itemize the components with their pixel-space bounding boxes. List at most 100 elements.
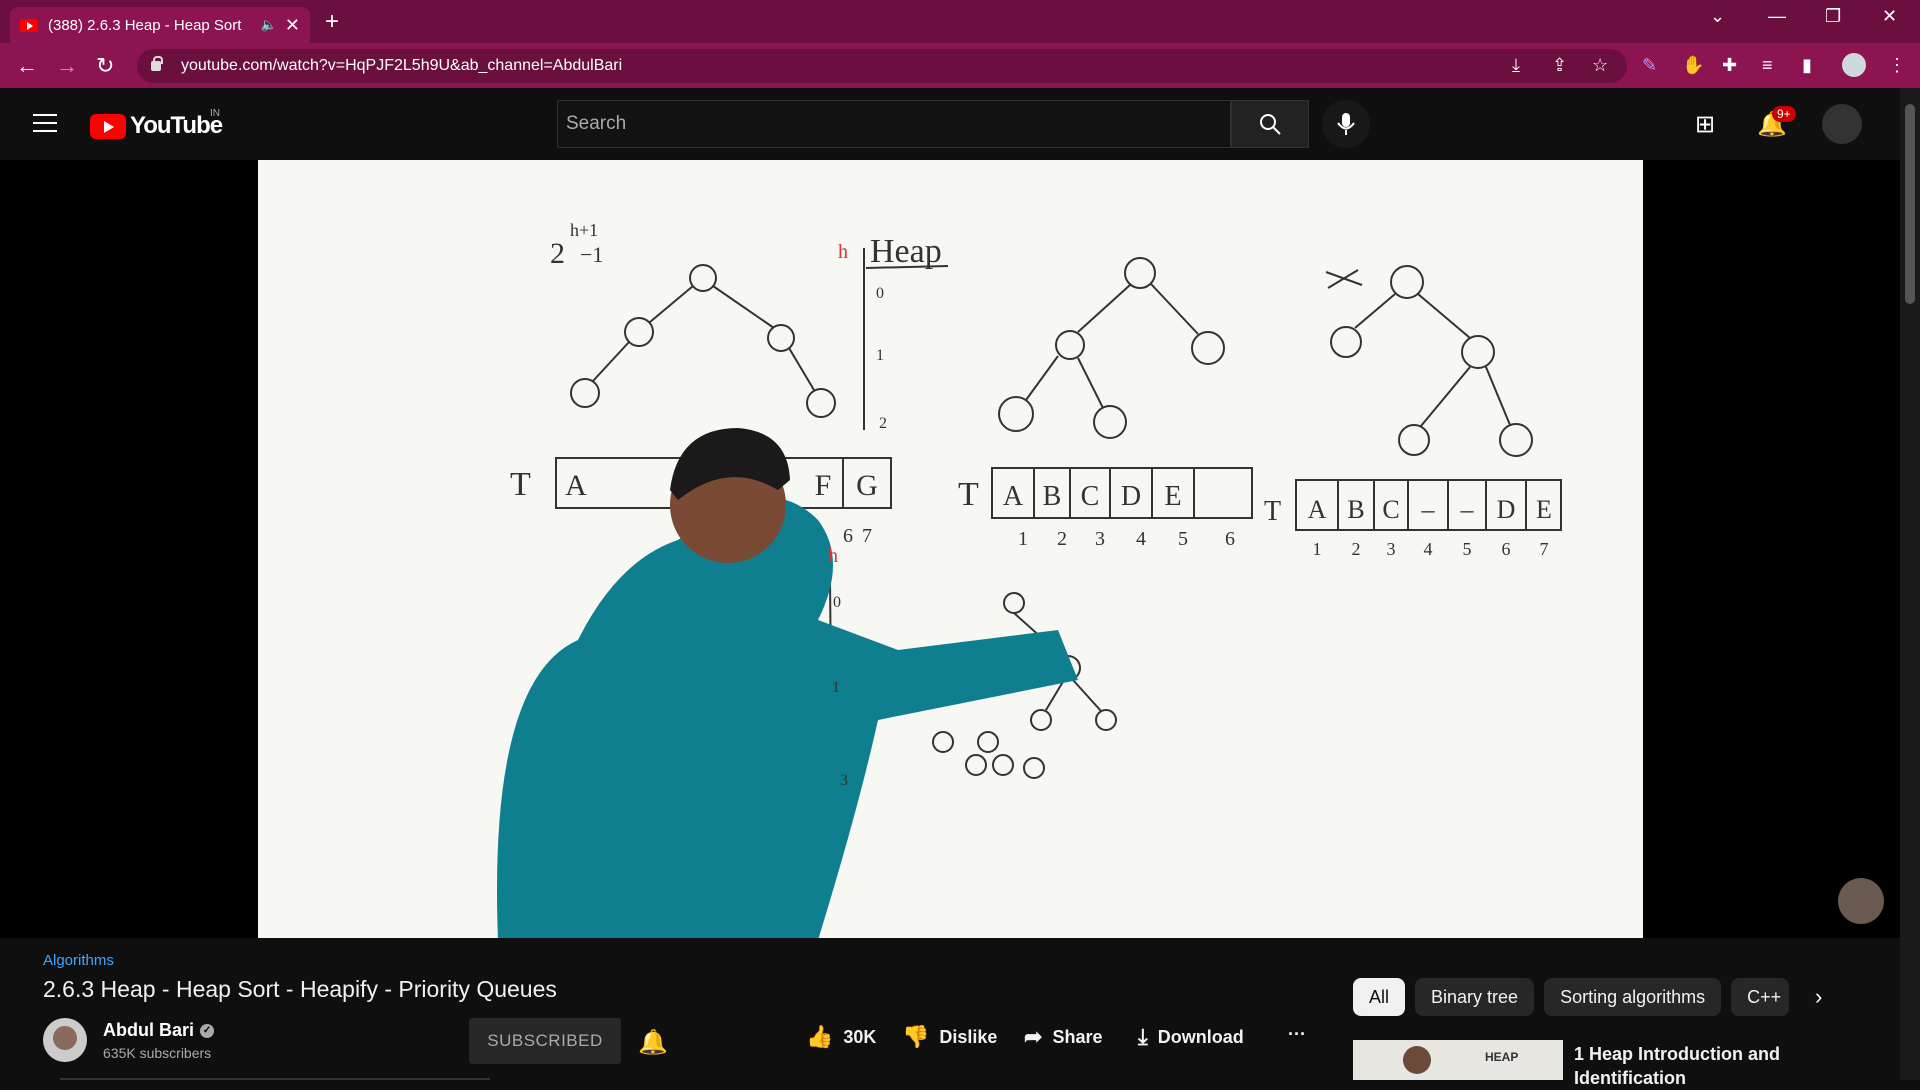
share-page-icon[interactable]: ⇪ [1552,55,1567,76]
array3-index: 6 [1502,539,1511,559]
array1-cell: G [856,469,878,502]
channel-watermark[interactable] [1838,878,1884,924]
extensions-puzzle-icon[interactable]: ✚ [1722,55,1737,76]
close-tab-icon[interactable]: ✕ [285,15,300,36]
array3-cell: A [1308,495,1327,524]
array2-cell: D [1121,481,1141,512]
recommended-title[interactable]: 1 Heap Introduction and Identification [1574,1042,1794,1090]
browser-toolbar: ← → ↻ youtube.com/watch?v=HqPJF2L5h9U&ab… [0,43,1920,88]
video-frame-whiteboard: Heap 2 h+1 −1 h h T T T AFG67ABCDE123456… [258,160,1643,938]
like-button[interactable]: 👍 30K [806,1024,876,1050]
array2-index: 1 [1018,528,1028,550]
chevron-right-icon[interactable]: › [1815,984,1822,1010]
array3-cell: – [1460,495,1475,524]
youtube-logo[interactable]: YouTube IN [90,108,223,140]
profile-avatar[interactable] [1842,53,1866,77]
channel-name-row[interactable]: Abdul Bari ✓ [103,1020,215,1041]
chip-binary-tree[interactable]: Binary tree [1415,978,1535,1016]
array1-index: 6 [843,525,853,547]
restore-icon[interactable]: ❐ [1825,6,1841,27]
array2-cell: A [1003,481,1024,512]
array2-cell: E [1164,481,1181,512]
close-window-icon[interactable]: ✕ [1882,6,1897,27]
create-video-icon[interactable]: ⊞ [1695,110,1715,139]
array1-cell: A [565,469,587,502]
back-icon[interactable]: ← [16,53,38,79]
chip-cpp[interactable]: C++ [1731,978,1790,1016]
bookmark-star-icon[interactable]: ☆ [1592,55,1608,76]
scrollbar-thumb[interactable] [1905,104,1915,304]
height-mark: 2 [879,415,887,432]
chip-all[interactable]: All [1353,978,1406,1016]
browser-tab[interactable]: (388) 2.6.3 Heap - Heap Sort 🔈 ✕ [10,7,310,43]
verified-icon: ✓ [200,1024,215,1039]
url-text: youtube.com/watch?v=HqPJF2L5h9U&ab_chann… [181,57,623,74]
reload-icon[interactable]: ↻ [96,53,114,79]
menu-icon[interactable] [33,114,57,132]
address-bar[interactable]: youtube.com/watch?v=HqPJF2L5h9U&ab_chann… [137,49,1627,83]
minimize-icon[interactable]: — [1768,6,1786,27]
height-mark: 1 [876,347,884,364]
tab-search-chevron-icon[interactable]: ⌄ [1710,6,1725,27]
account-avatar[interactable] [1822,104,1862,144]
browser-tab-strip: (388) 2.6.3 Heap - Heap Sort 🔈 ✕ + ⌄ — ❐… [0,0,1920,43]
more-actions-button[interactable]: ··· [1288,1024,1306,1045]
share-button[interactable]: ➦ Share [1024,1024,1102,1050]
array1-cell: F [815,469,832,502]
board-formula-rest: −1 [580,242,603,267]
board-h-label-2: h [828,545,838,567]
array3-index: 4 [1424,539,1433,559]
height-mark-lower: 3 [840,772,848,789]
video-info-section: Algorithms 2.6.3 Heap - Heap Sort - Heap… [0,938,1900,1088]
extension-hand-icon[interactable]: ✋ [1682,55,1704,76]
height-mark-lower: 1 [832,679,840,696]
chip-sorting-algorithms[interactable]: Sorting algorithms [1544,978,1722,1016]
array3-cell: C [1382,495,1399,524]
video-player[interactable]: Heap 2 h+1 −1 h h T T T AFG67ABCDE123456… [0,160,1900,938]
download-button[interactable]: ⤓ Download [1138,1024,1244,1050]
like-count: 30K [843,1026,877,1047]
board-heading: Heap [870,233,942,270]
download-icon: ⤓ [1138,1024,1148,1049]
recommended-thumbnail[interactable]: HEAP [1353,1040,1563,1080]
side-panel-icon[interactable]: ▮ [1802,55,1812,76]
thumbs-up-icon: 👍 [806,1024,834,1049]
dislike-label: Dislike [939,1026,998,1047]
subscriber-count: 635K subscribers [103,1045,212,1061]
array3-index: 2 [1352,539,1361,559]
search-placeholder: Search [566,113,627,134]
browser-menu-icon[interactable]: ⋮ [1888,55,1906,76]
channel-bell-icon[interactable]: 🔔 [638,1028,668,1057]
dislike-button[interactable]: 👎 Dislike [902,1024,997,1050]
channel-name[interactable]: Abdul Bari [103,1020,194,1040]
forward-icon[interactable]: → [56,53,78,79]
array3-label: T [1264,496,1281,527]
notification-badge: 9+ [1772,106,1796,122]
voice-search-button[interactable] [1322,100,1370,148]
array2-cell: B [1043,481,1062,512]
search-input[interactable]: Search [557,100,1231,148]
array3-cell: D [1497,495,1516,524]
search-icon [1260,114,1281,135]
array2-cell: C [1081,481,1100,512]
new-tab-icon[interactable]: + [325,8,339,36]
search-button[interactable] [1231,100,1309,148]
page-scrollbar[interactable] [1900,88,1920,1080]
video-hashtag[interactable]: Algorithms [43,952,114,969]
array2-label: T [958,476,979,513]
height-mark: 0 [876,285,884,302]
extension-pen-icon[interactable]: ✎ [1642,55,1657,76]
channel-avatar[interactable] [43,1018,87,1062]
array3-cell: E [1536,495,1552,524]
audio-playing-icon[interactable]: 🔈 [261,17,277,33]
subscribe-button[interactable]: SUBSCRIBED [469,1018,621,1064]
install-icon[interactable]: ⤓ [1512,55,1520,76]
media-queue-icon[interactable]: ≡ [1762,55,1773,76]
array3-cell: – [1421,495,1436,524]
lock-icon[interactable] [151,56,163,71]
array3-index: 5 [1463,539,1472,559]
array2-index: 3 [1095,528,1105,550]
logo-text: YouTube [130,112,223,139]
whiteboard-drawing: Heap 2 h+1 −1 h h T T T A F G6 7A B C D E1 2 3 4 5 6… [497,220,1562,938]
share-arrow-icon: ➦ [1024,1024,1043,1049]
